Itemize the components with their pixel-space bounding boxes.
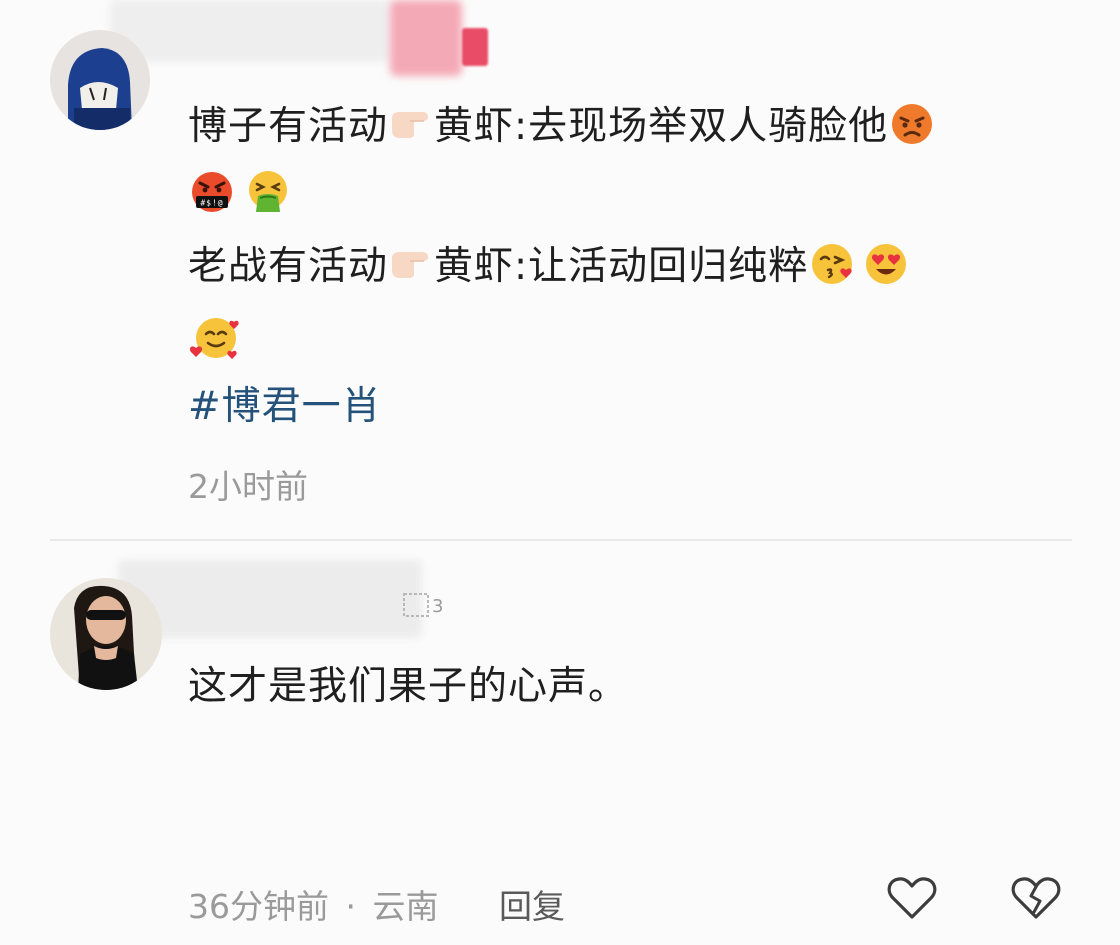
hashtag-link[interactable]: #博君一肖 [188,384,382,430]
divider [50,539,1072,541]
comment-text: 这才是我们果子的心声。 [188,664,629,709]
comment-time: 36分钟前 [188,887,329,926]
comment-line: 老战有活动 [188,244,389,289]
comment-line: 黄虾:去现场举双人骑脸他 [434,104,889,149]
smiling-with-hearts-emoji-icon [188,312,244,373]
symbols-on-mouth-emoji-icon: #$!@ [188,168,236,225]
meta-dot: · [345,887,357,926]
comment-time: 2小时前 [188,467,308,506]
hashtag-text[interactable]: #博君一肖 [188,384,382,429]
comment-meta: 36分钟前 · 云南 回复 [188,880,565,928]
blowing-kiss-emoji-icon [808,240,856,297]
avatar[interactable] [50,578,162,690]
vomiting-face-emoji-icon [244,168,292,225]
reply-button[interactable]: 回复 [499,887,565,926]
username-blurred [118,560,422,638]
level-badge-icon: 3 [400,590,446,620]
heart-eyes-emoji-icon [862,240,910,297]
username-badge-blurred [390,0,462,76]
comment-line: 博子有活动 [188,104,389,149]
svg-text:3: 3 [432,596,443,617]
avatar[interactable] [50,30,150,130]
svg-text:#$!@: #$!@ [200,199,223,208]
pouting-face-emoji-icon [888,100,936,157]
pointing-right-emoji-icon [388,104,434,153]
pointing-right-emoji-icon [388,244,434,293]
badge-tab [462,28,488,66]
heart-icon[interactable] [886,874,938,922]
comment-line: 黄虾:让活动回归纯粹 [434,244,809,289]
username-blurred [110,0,390,62]
comment-location: 云南 [372,887,439,926]
broken-heart-icon[interactable] [1010,874,1062,922]
